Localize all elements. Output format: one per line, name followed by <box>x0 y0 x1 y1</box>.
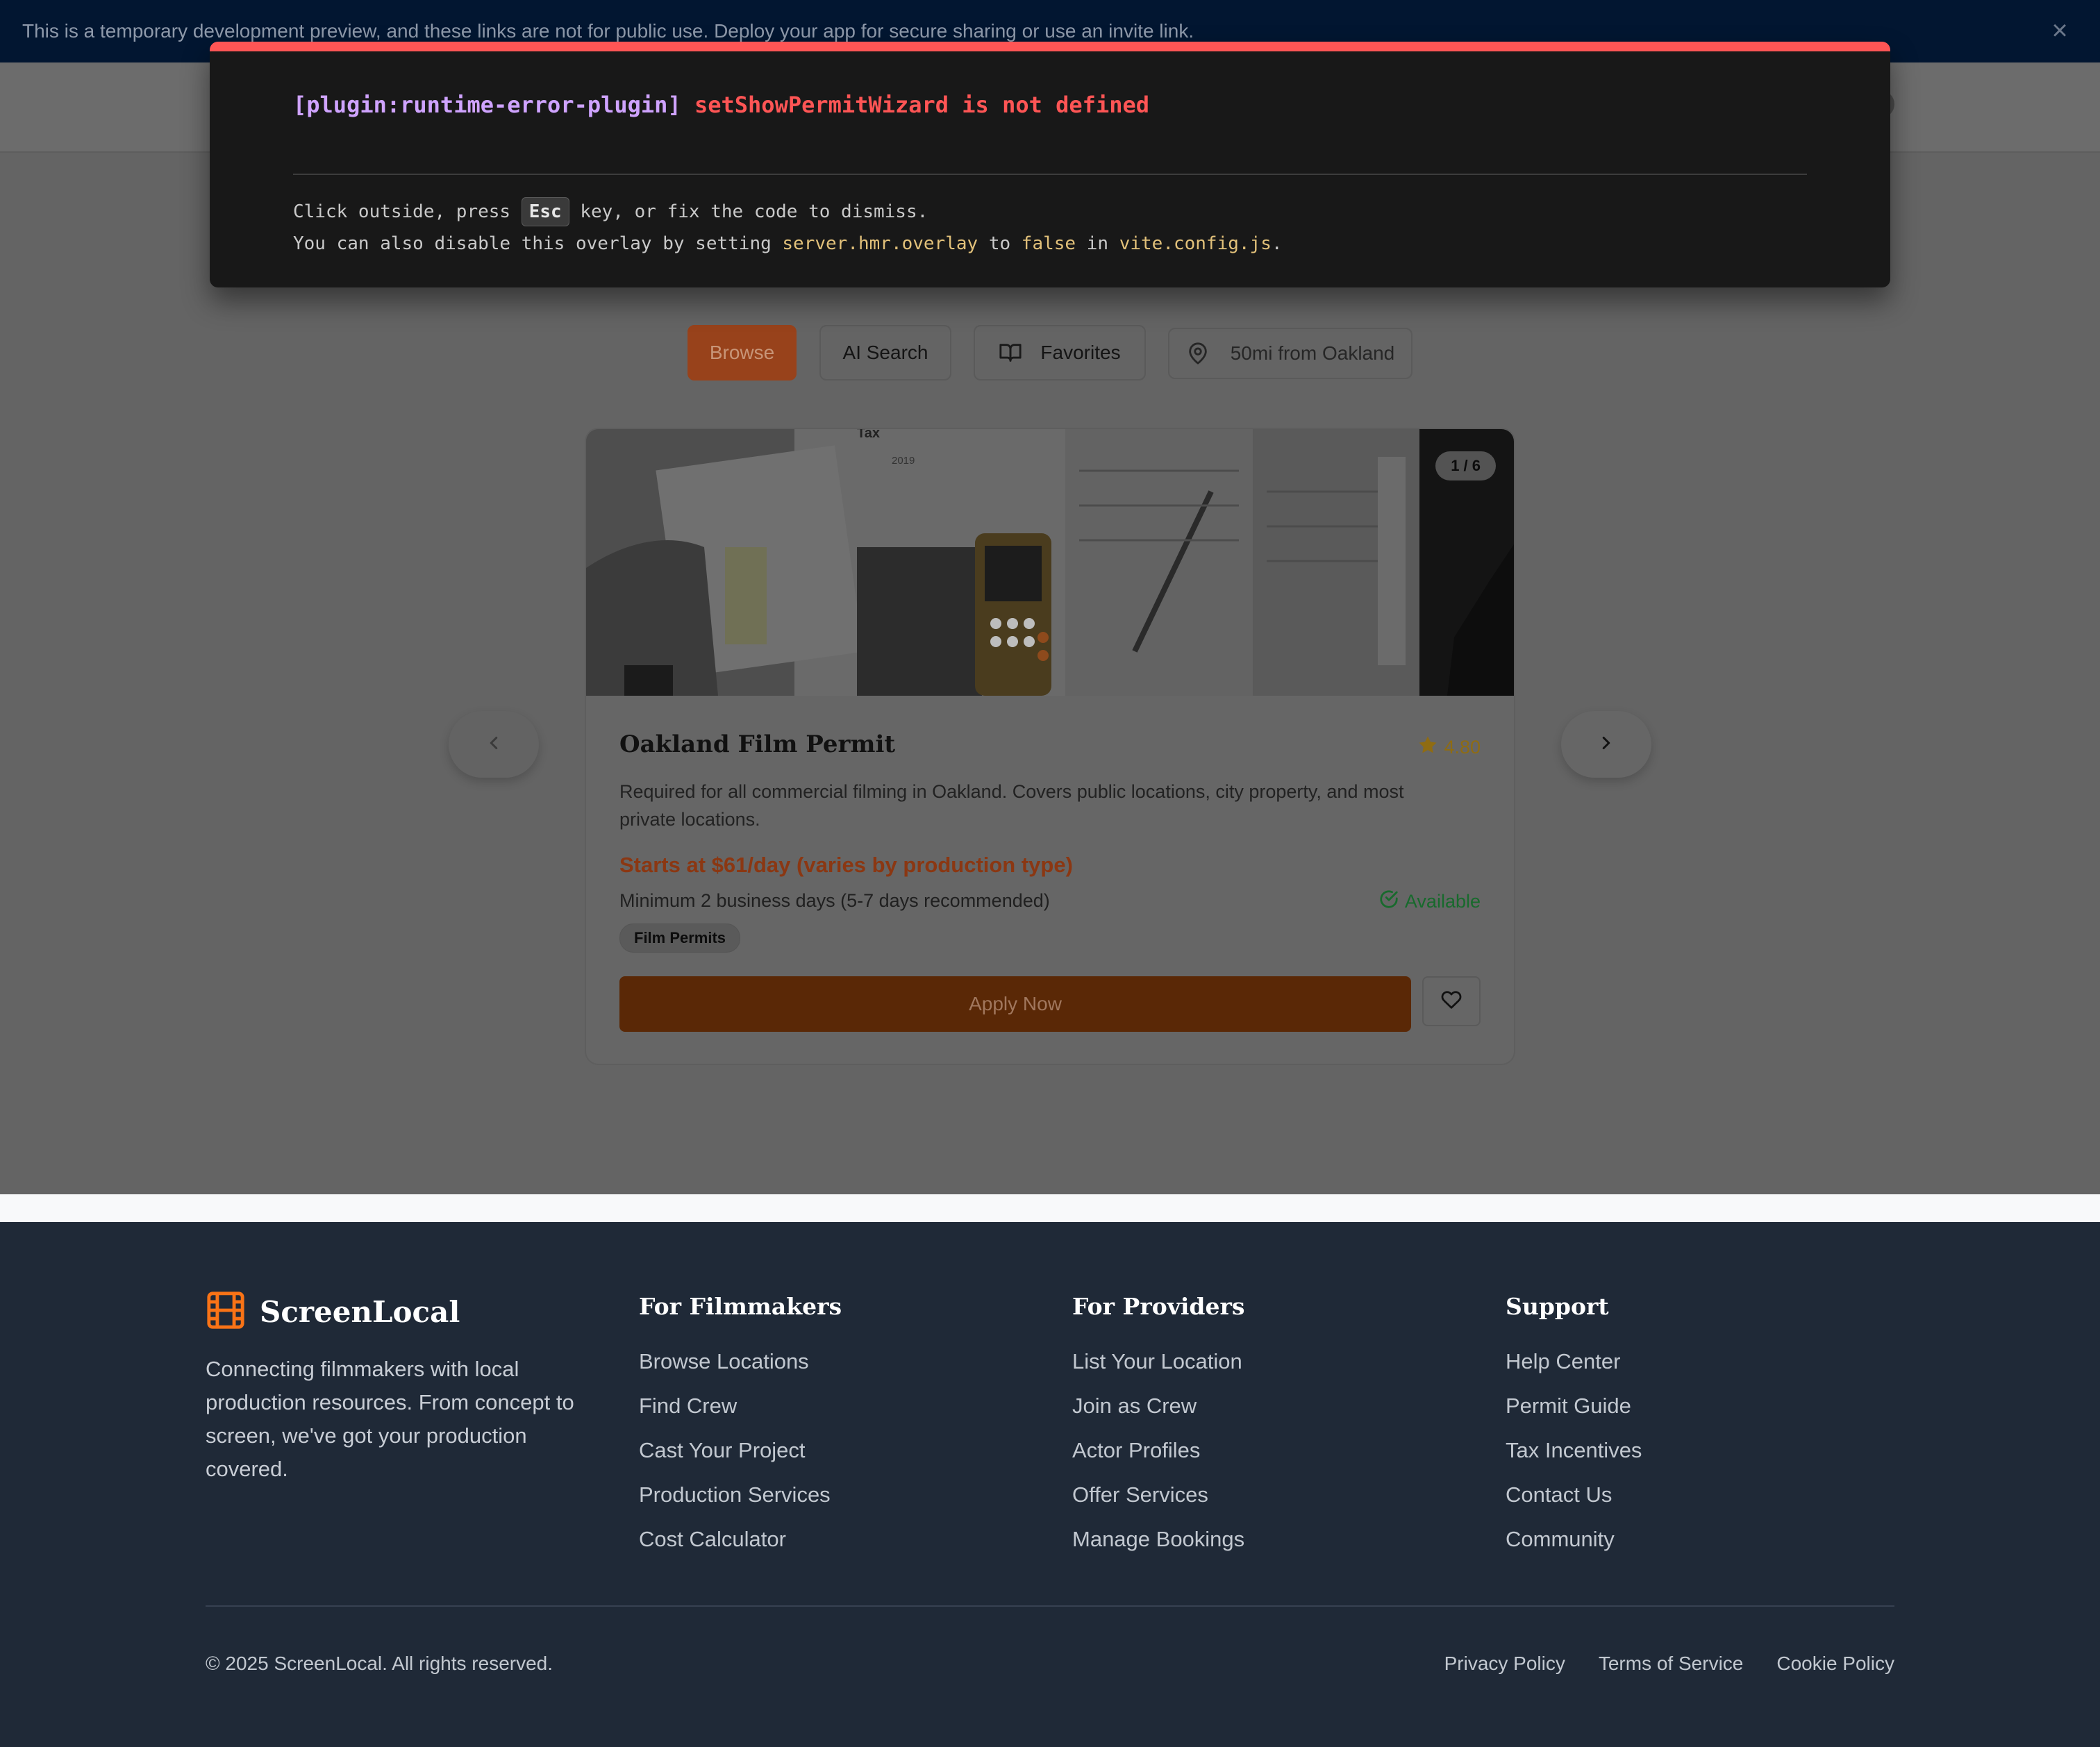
error-divider <box>293 174 1807 175</box>
column-heading: For Providers <box>1072 1293 1245 1320</box>
footer-link[interactable]: Find Crew <box>639 1384 842 1428</box>
tip-text: in <box>1086 233 1109 254</box>
apply-now-button[interactable]: Apply Now <box>619 976 1411 1032</box>
footer-link[interactable]: Help Center <box>1506 1339 1642 1384</box>
tip-text: Click outside, press <box>293 201 511 222</box>
privacy-policy-link[interactable]: Privacy Policy <box>1444 1653 1565 1675</box>
legal-links: Privacy Policy Terms of Service Cookie P… <box>1444 1653 1894 1675</box>
favorite-button[interactable] <box>1422 976 1481 1026</box>
location-filter-button[interactable]: 50mi from Oakland <box>1168 328 1412 379</box>
footer-link[interactable]: Permit Guide <box>1506 1384 1642 1428</box>
footer-link[interactable]: Offer Services <box>1072 1473 1244 1517</box>
close-icon[interactable]: × <box>2047 17 2072 44</box>
footer-column-support: Support Help Center Permit Guide Tax Inc… <box>1506 1293 1642 1562</box>
footer-link[interactable]: Actor Profiles <box>1072 1428 1244 1473</box>
svg-text:2019: 2019 <box>892 455 915 467</box>
footer-link[interactable]: Production Services <box>639 1473 842 1517</box>
footer-column-providers: For Providers List Your Location Join as… <box>1072 1293 1244 1562</box>
footer-link[interactable]: Manage Bookings <box>1072 1517 1244 1562</box>
svg-text:Tax: Tax <box>857 429 880 441</box>
tax-documents-photo: Tax 2019 <box>586 429 1514 696</box>
favorites-button[interactable]: Favorites <box>974 325 1146 381</box>
footer-link[interactable]: Cost Calculator <box>639 1517 842 1562</box>
error-tip-line-1: Click outside, press Esc key, or fix the… <box>293 196 1283 228</box>
copyright: © 2025 ScreenLocal. All rights reserved. <box>206 1653 553 1674</box>
footer-link[interactable]: Cast Your Project <box>639 1428 842 1473</box>
footer-link[interactable]: Join as Crew <box>1072 1384 1244 1428</box>
dev-banner-text: This is a temporary development preview,… <box>22 20 1194 42</box>
cookie-policy-link[interactable]: Cookie Policy <box>1776 1653 1894 1675</box>
map-pin-icon <box>1186 342 1210 365</box>
footer-divider <box>206 1605 1894 1607</box>
minimum-lead-time: Minimum 2 business days (5-7 days recomm… <box>619 890 1050 911</box>
rating: 4.80 <box>1417 735 1481 760</box>
listing-title: Oakland Film Permit <box>619 730 896 758</box>
star-icon <box>1417 735 1438 760</box>
site-footer: ScreenLocal Connecting filmmakers with l… <box>0 1222 2100 1747</box>
error-tip-line-2: You can also disable this overlay by set… <box>293 228 1283 260</box>
favorites-label: Favorites <box>1040 342 1121 363</box>
image-counter: 1 / 6 <box>1435 451 1496 480</box>
ai-search-label: AI Search <box>842 342 928 363</box>
category-tag: Film Permits <box>619 923 741 953</box>
listing-description: Required for all commercial filming in O… <box>619 781 1404 830</box>
brand-description: Connecting filmmakers with local product… <box>206 1357 574 1481</box>
footer-brand[interactable]: ScreenLocal <box>206 1290 460 1334</box>
page-gap <box>0 1194 2100 1222</box>
book-open-icon <box>999 341 1022 365</box>
ai-search-button[interactable]: AI Search <box>819 325 951 381</box>
listing-price: Starts at $61/day (varies by production … <box>619 853 1073 877</box>
error-title: [plugin:runtime-error-plugin] setShowPer… <box>293 92 1149 118</box>
listing-photo[interactable]: Tax 2019 1 / 6 <box>586 429 1514 696</box>
apply-now-label: Apply Now <box>969 993 1062 1014</box>
chevron-right-icon <box>1596 733 1617 757</box>
carousel-prev-button[interactable] <box>449 711 539 778</box>
browse-label: Browse <box>709 342 775 363</box>
runtime-error-overlay[interactable]: [plugin:runtime-error-plugin] setShowPer… <box>210 42 1890 287</box>
location-label: 50mi from Oakland <box>1230 342 1395 364</box>
column-heading: For Filmmakers <box>639 1293 842 1320</box>
tip-text: to <box>988 233 1011 254</box>
carousel-next-button[interactable] <box>1561 711 1651 778</box>
config-file: vite.config.js <box>1119 233 1272 254</box>
esc-key: Esc <box>521 197 569 226</box>
availability-label: Available <box>1404 891 1481 912</box>
brand-name: ScreenLocal <box>260 1295 460 1329</box>
footer-link[interactable]: Contact Us <box>1506 1473 1642 1517</box>
footer-column-filmmakers: For Filmmakers Browse Locations Find Cre… <box>639 1293 842 1562</box>
tip-text: . <box>1271 233 1283 254</box>
availability-status: Available <box>1378 889 1481 914</box>
error-message: setShowPermitWizard is not defined <box>694 92 1149 118</box>
tip-text: key, or fix the code to dismiss. <box>580 201 928 222</box>
listing-card: Tax 2019 1 / 6 Oakland Film Permit 4.80 … <box>585 428 1515 1065</box>
tip-text: You can also disable this overlay by set… <box>293 233 772 254</box>
config-value: false <box>1021 233 1076 254</box>
footer-link[interactable]: Tax Incentives <box>1506 1428 1642 1473</box>
footer-link[interactable]: Browse Locations <box>639 1339 842 1384</box>
rating-value: 4.80 <box>1444 737 1481 758</box>
browse-tab-button[interactable]: Browse <box>688 325 797 381</box>
terms-of-service-link[interactable]: Terms of Service <box>1599 1653 1744 1675</box>
footer-link[interactable]: Community <box>1506 1517 1642 1562</box>
column-heading: Support <box>1506 1293 1609 1320</box>
error-plugin-name: [plugin:runtime-error-plugin] <box>293 92 681 118</box>
error-tip: Click outside, press Esc key, or fix the… <box>293 196 1283 260</box>
check-circle-icon <box>1378 889 1399 914</box>
film-icon <box>206 1290 246 1334</box>
footer-link[interactable]: List Your Location <box>1072 1339 1244 1384</box>
heart-icon <box>1441 989 1462 1014</box>
chevron-left-icon <box>483 733 504 757</box>
config-key: server.hmr.overlay <box>782 233 978 254</box>
